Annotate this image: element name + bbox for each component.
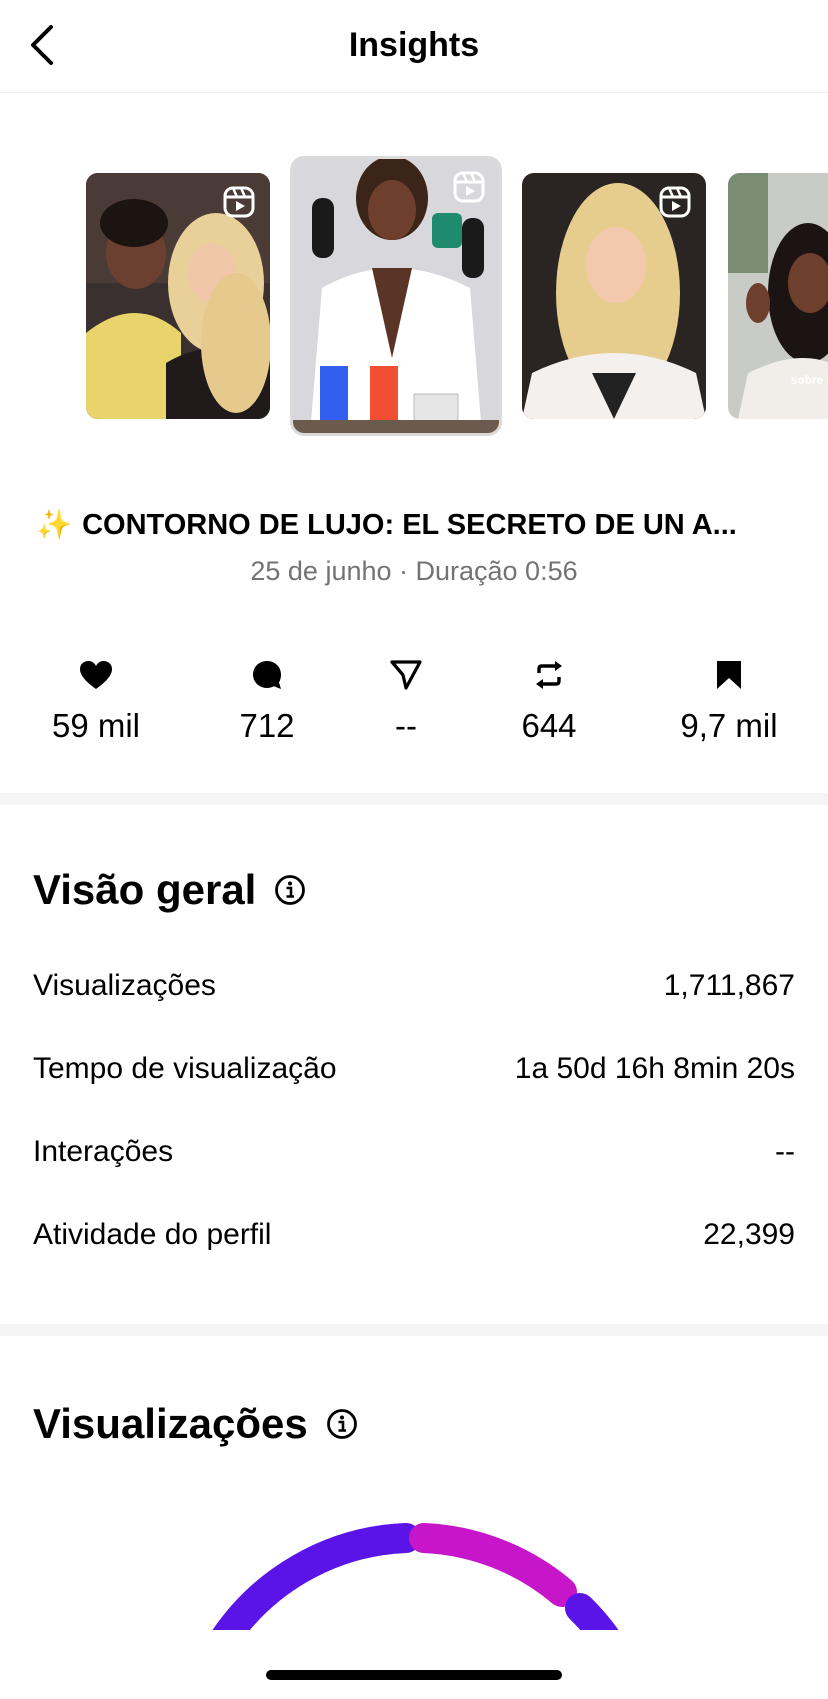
metric-row-watch-time: Tempo de visualização 1a 50d 16h 8min 20… [33,1052,795,1086]
reel-thumbnail-selected[interactable] [290,156,502,436]
section-divider [0,793,828,805]
thumbnail-caption: sobre me [790,373,828,387]
metric-row-interactions: Interações -- [33,1135,795,1169]
stat-reposts: 644 [469,655,629,745]
page-title: Insights [348,26,480,64]
metric-label: Atividade do perfil [33,1218,272,1251]
stat-value: 9,7 mil [680,707,778,744]
stat-value: 712 [239,707,295,744]
stat-shares: -- [326,655,486,745]
reel-thumbnail[interactable] [522,173,706,419]
repost-icon [536,661,562,689]
metric-value: -- [775,1135,795,1168]
overview-title-text: Visão geral [33,866,257,913]
reel-thumbnail[interactable] [86,173,270,419]
info-icon[interactable] [274,874,306,906]
post-meta: 25 de junho · Duração 0:56 [250,556,578,586]
metric-value: 22,399 [703,1218,795,1251]
donut-segment-purple-2 [565,1593,619,1630]
donut-segment-purple [212,1523,421,1630]
reels-carousel[interactable]: sobre me [0,150,828,450]
metric-label: Tempo de visualização [33,1052,337,1085]
section-divider [0,1324,828,1336]
info-icon[interactable] [326,1408,358,1440]
metric-value: 1,711,867 [663,969,795,1002]
post-title: ✨ CONTORNO DE LUJO: EL SECRETO DE UN A... [36,508,806,542]
sparkles-icon: ✨ [36,509,73,541]
bookmark-icon [717,661,741,689]
reels-icon [659,186,691,218]
views-donut-chart [212,1523,619,1630]
metric-row-profile-activity: Atividade do perfil 22,399 [33,1218,795,1252]
stat-comments: 712 [187,655,347,745]
home-indicator[interactable] [266,1670,562,1680]
share-icon [390,660,422,690]
donut-segment-magenta [409,1523,577,1607]
comment-icon [253,661,281,689]
stat-value: -- [395,707,417,744]
metric-label: Interações [33,1135,174,1168]
metric-label: Visualizações [33,969,216,1002]
reels-icon [453,171,485,203]
heart-icon [80,661,112,689]
top-bar: Insights [0,0,828,93]
stat-saves: 9,7 mil [649,655,809,745]
overview-title: Visão geral [33,866,306,914]
reel-thumbnail[interactable]: sobre me [728,173,828,419]
metric-row-views: Visualizações 1,711,867 [33,969,795,1003]
post-title-text: CONTORNO DE LUJO: EL SECRETO DE UN A... [82,509,737,541]
stat-value: 59 mil [51,707,141,744]
metric-value: 1a 50d 16h 8min 20s [514,1052,795,1085]
reels-icon [223,186,255,218]
views-title: Visualizações [33,1400,358,1448]
views-title-text: Visualizações [33,1400,308,1447]
stat-likes: 59 mil [16,655,176,745]
stat-value: 644 [521,707,577,744]
